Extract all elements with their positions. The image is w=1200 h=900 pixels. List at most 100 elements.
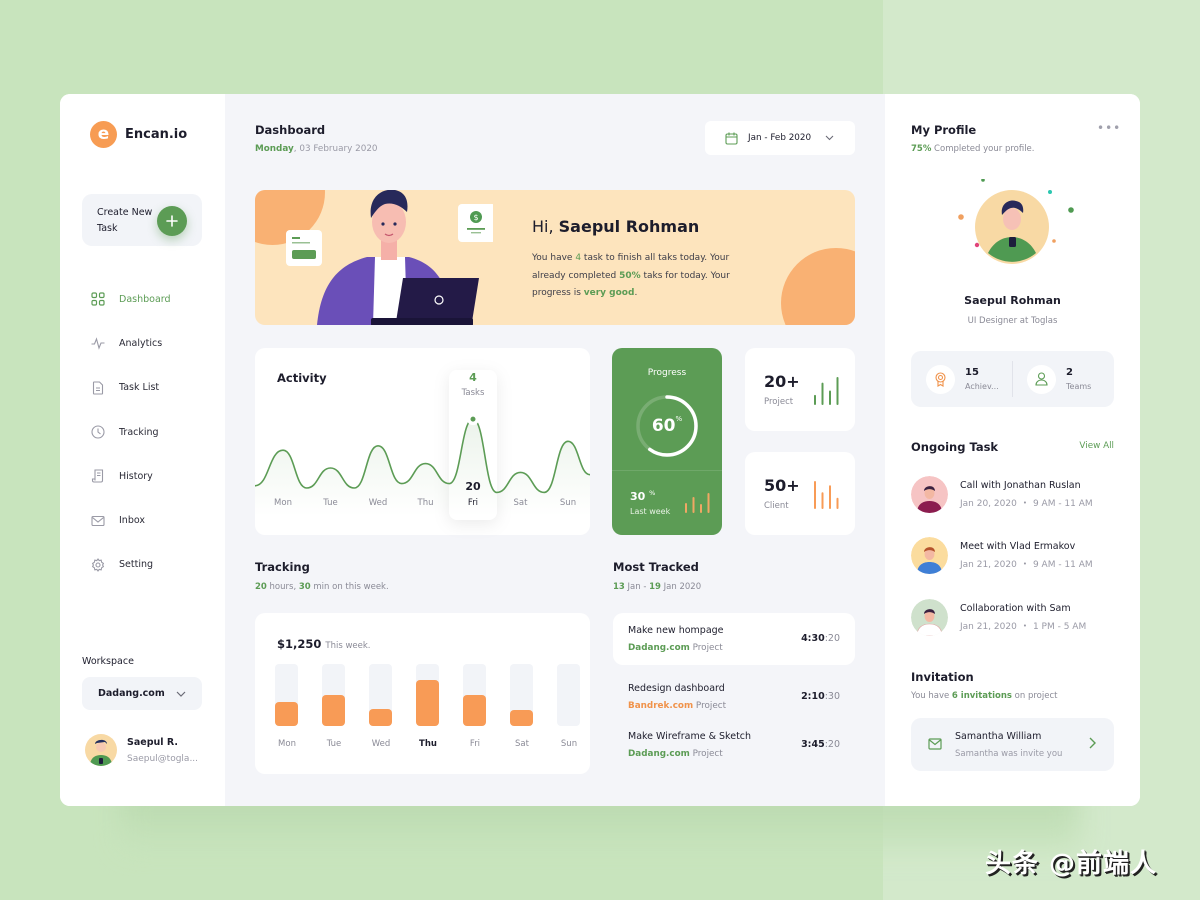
task-name: Call with Jonathan Ruslan xyxy=(960,480,1081,491)
x-tick-label: Thu xyxy=(417,498,434,508)
progress-card: Progress 60% 30 % Last week xyxy=(612,348,722,535)
x-tick-label: Wed xyxy=(371,739,391,749)
mini-bar xyxy=(685,503,687,513)
app-window: e Encan.io Create New Task Dashboard Ana… xyxy=(60,94,1140,806)
user-name: Saepul R. xyxy=(127,736,178,748)
logo[interactable]: e Encan.io xyxy=(90,121,187,148)
ongoing-task-item[interactable]: Call with Jonathan Ruslan Jan 20, 2020 • 9 … xyxy=(911,476,1093,513)
teams-stat[interactable]: 2 Teams xyxy=(1027,351,1091,407)
greeting-prefix: Hi, xyxy=(532,217,559,236)
achievements-stat[interactable]: 15 Achiev... xyxy=(926,351,999,407)
x-tick-label: Mon xyxy=(278,739,296,749)
bar[interactable] xyxy=(416,680,439,726)
current-user[interactable]: Saepul R. Saepul@togla... xyxy=(85,734,198,766)
stat-value: 50+ xyxy=(764,476,800,495)
invitation-message: Samantha was invite you xyxy=(955,749,1063,759)
profile-completion: 75% Completed your profile. xyxy=(911,144,1035,154)
most-tracked-item[interactable]: Redesign dashboard Bandrek.com Project 2… xyxy=(613,671,855,723)
ongoing-task-title: Ongoing Task xyxy=(911,440,999,454)
pulse-icon xyxy=(90,336,105,351)
ongoing-task-item[interactable]: Meet with Vlad Ermakov Jan 21, 2020 • 9 AM … xyxy=(911,537,1093,574)
bar-track xyxy=(510,664,533,726)
tracking-amount: $1,250 This week. xyxy=(277,637,371,651)
workspace-title: Workspace xyxy=(82,656,134,667)
sidebar-item-inbox[interactable]: Inbox xyxy=(90,498,171,542)
avatar xyxy=(911,599,948,636)
decor-dot xyxy=(1052,239,1056,243)
item-name: Make new hompage xyxy=(628,625,724,636)
invitation-sender: Samantha William xyxy=(955,731,1042,742)
grid-icon xyxy=(90,292,105,307)
date-range-picker[interactable]: Jan - Feb 2020 xyxy=(705,121,855,155)
most-tracked-title: Most Tracked xyxy=(613,560,699,574)
receipt-icon xyxy=(90,469,105,484)
welcome-banner: $ Hi, Saepul Rohman You have 4 task to f… xyxy=(255,190,855,325)
illustration-man-laptop: $ xyxy=(286,190,493,325)
create-task-button[interactable] xyxy=(157,206,187,236)
sidebar-item-tracking[interactable]: Tracking xyxy=(90,410,171,454)
logo-icon: e xyxy=(90,121,117,148)
ongoing-task-item[interactable]: Collaboration with Sam Jan 21, 2020 • 1 PM … xyxy=(911,599,1086,636)
most-tracked-item[interactable]: Make Wireframe & Sketch Dadang.com Proje… xyxy=(613,719,855,771)
achievements-value: 15 xyxy=(965,367,979,378)
date-range-value: Jan - Feb 2020 xyxy=(748,133,812,143)
clock-icon xyxy=(90,425,105,440)
user-icon xyxy=(1027,364,1056,394)
highlight-value: 4 xyxy=(469,371,477,384)
create-task-card[interactable]: Create New Task xyxy=(82,194,202,246)
workspace-select[interactable]: Dadang.com xyxy=(82,677,202,710)
sidebar-item-label: Task List xyxy=(119,382,160,394)
sidebar-item-setting[interactable]: Setting xyxy=(90,543,171,587)
x-tick-label: Tue xyxy=(326,739,342,749)
bar[interactable] xyxy=(275,702,298,726)
bar[interactable] xyxy=(463,695,486,726)
gear-icon xyxy=(90,557,105,572)
bar-track xyxy=(557,664,580,726)
item-name: Make Wireframe & Sketch xyxy=(628,731,752,742)
most-tracked-item[interactable]: Make new hompage Dadang.com Project 4:30… xyxy=(613,613,855,665)
bar[interactable] xyxy=(510,709,533,726)
chevron-right-icon[interactable] xyxy=(1089,737,1096,749)
more-options-button[interactable]: ••• xyxy=(1097,121,1121,135)
sidebar-item-task-list[interactable]: Task List xyxy=(90,366,171,410)
profile-name: Saepul Rohman xyxy=(964,294,1061,307)
achievements-label: Achiev... xyxy=(965,382,999,391)
sidebar-item-history[interactable]: History xyxy=(90,454,171,498)
last-week-label: Last week xyxy=(630,507,671,516)
profile-title: My Profile xyxy=(911,123,977,137)
view-all-link[interactable]: View All xyxy=(1079,441,1114,451)
page-title: Dashboard xyxy=(255,123,326,137)
chevron-down-icon xyxy=(176,691,186,697)
mini-bar xyxy=(707,493,710,513)
bar[interactable] xyxy=(369,709,392,726)
decor-dot xyxy=(1068,207,1074,213)
page-date: Monday, 03 February 2020 xyxy=(255,144,378,154)
avatar xyxy=(85,734,117,766)
sidebar-item-analytics[interactable]: Analytics xyxy=(90,321,171,365)
document-icon xyxy=(90,380,105,395)
stat-card-client: 50+ Client xyxy=(745,452,855,535)
sidebar-item-dashboard[interactable]: Dashboard xyxy=(90,277,171,321)
x-tick-label: Fri xyxy=(468,498,478,508)
mini-bar xyxy=(692,497,695,513)
x-tick-label: Mon xyxy=(274,498,292,508)
bar-track xyxy=(463,664,486,726)
x-tick-label: Fri xyxy=(469,739,481,749)
x-tick-label: Sun xyxy=(560,498,576,508)
task-meta: Jan 21, 2020 • 9 AM - 11 AM xyxy=(960,560,1093,570)
mail-icon xyxy=(90,513,105,528)
invitation-card[interactable]: Samantha William Samantha was invite you xyxy=(911,718,1114,771)
profile-role: UI Designer at Toglas xyxy=(967,316,1058,326)
main-content: Dashboard Monday, 03 February 2020 Jan -… xyxy=(225,94,885,806)
bar[interactable] xyxy=(322,695,345,726)
mini-bar xyxy=(814,481,816,509)
x-tick-label: Sun xyxy=(560,739,578,749)
task-meta: Jan 21, 2020 • 1 PM - 5 AM xyxy=(960,622,1087,632)
svg-text:$: $ xyxy=(473,213,478,222)
item-name: Redesign dashboard xyxy=(628,683,725,694)
item-time: 2:10:30 xyxy=(801,691,840,702)
mini-bar xyxy=(829,485,831,509)
greeting-message: You have 4 task to finish all taks today… xyxy=(532,253,730,298)
plus-icon xyxy=(166,215,178,227)
decor-dot xyxy=(1048,190,1052,194)
